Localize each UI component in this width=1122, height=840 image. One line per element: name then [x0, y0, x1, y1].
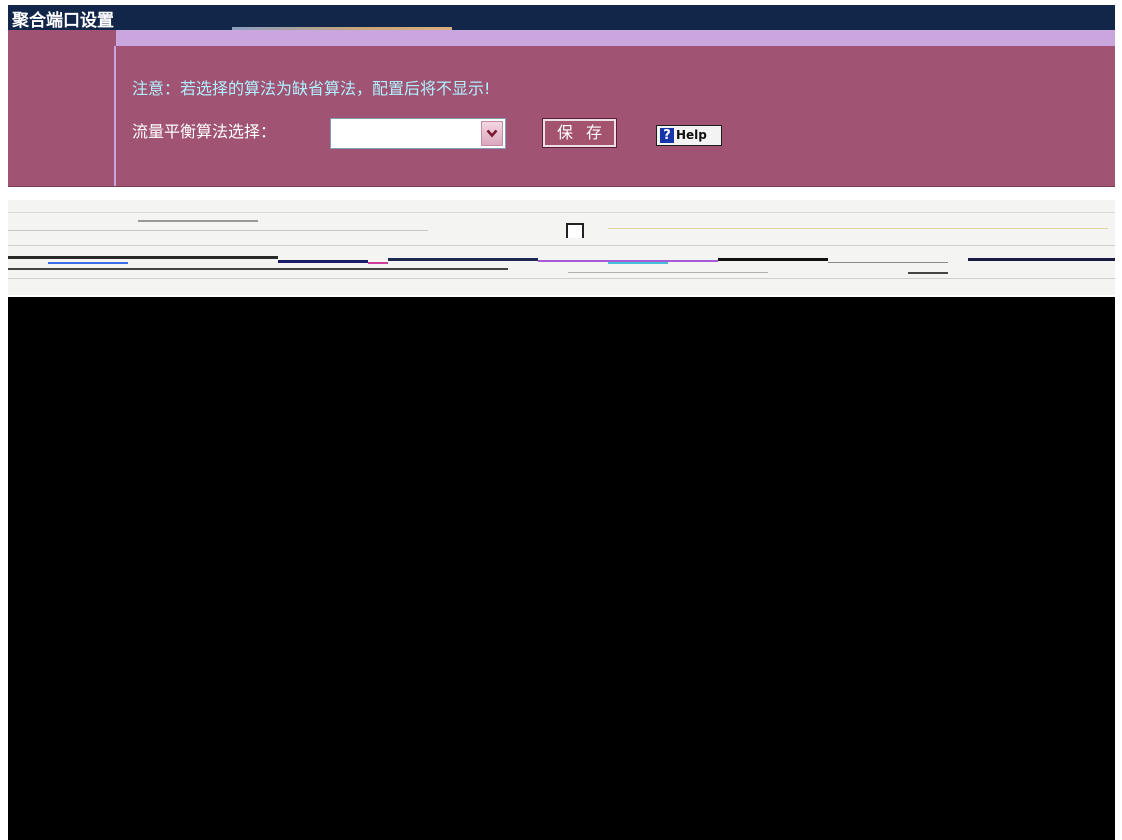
page: 聚合端口设置 注意：若选择的算法为缺省算法，配置后将不显示! 流量平衡算法选择：…	[0, 0, 1122, 840]
page-title: 聚合端口设置	[12, 11, 114, 31]
checkbox-artifact	[566, 223, 584, 238]
panel-divider	[8, 186, 1115, 187]
panel-header-strip	[116, 30, 1115, 46]
chevron-down-icon	[486, 129, 498, 138]
title-bar	[8, 5, 1115, 30]
question-icon: ?	[660, 128, 674, 143]
notice-text: 注意：若选择的算法为缺省算法，配置后将不显示!	[132, 79, 491, 98]
settings-panel	[8, 30, 1115, 187]
help-label: Help	[676, 128, 707, 142]
blank-content-area	[8, 297, 1115, 840]
help-button[interactable]: ? Help	[656, 125, 722, 146]
algorithm-select[interactable]	[330, 118, 506, 149]
select-dropdown-button[interactable]	[481, 121, 503, 146]
save-button[interactable]: 保 存	[542, 118, 617, 148]
panel-left-column	[8, 46, 116, 187]
rendering-artifact-band	[8, 200, 1115, 295]
algorithm-label: 流量平衡算法选择：	[132, 122, 277, 141]
